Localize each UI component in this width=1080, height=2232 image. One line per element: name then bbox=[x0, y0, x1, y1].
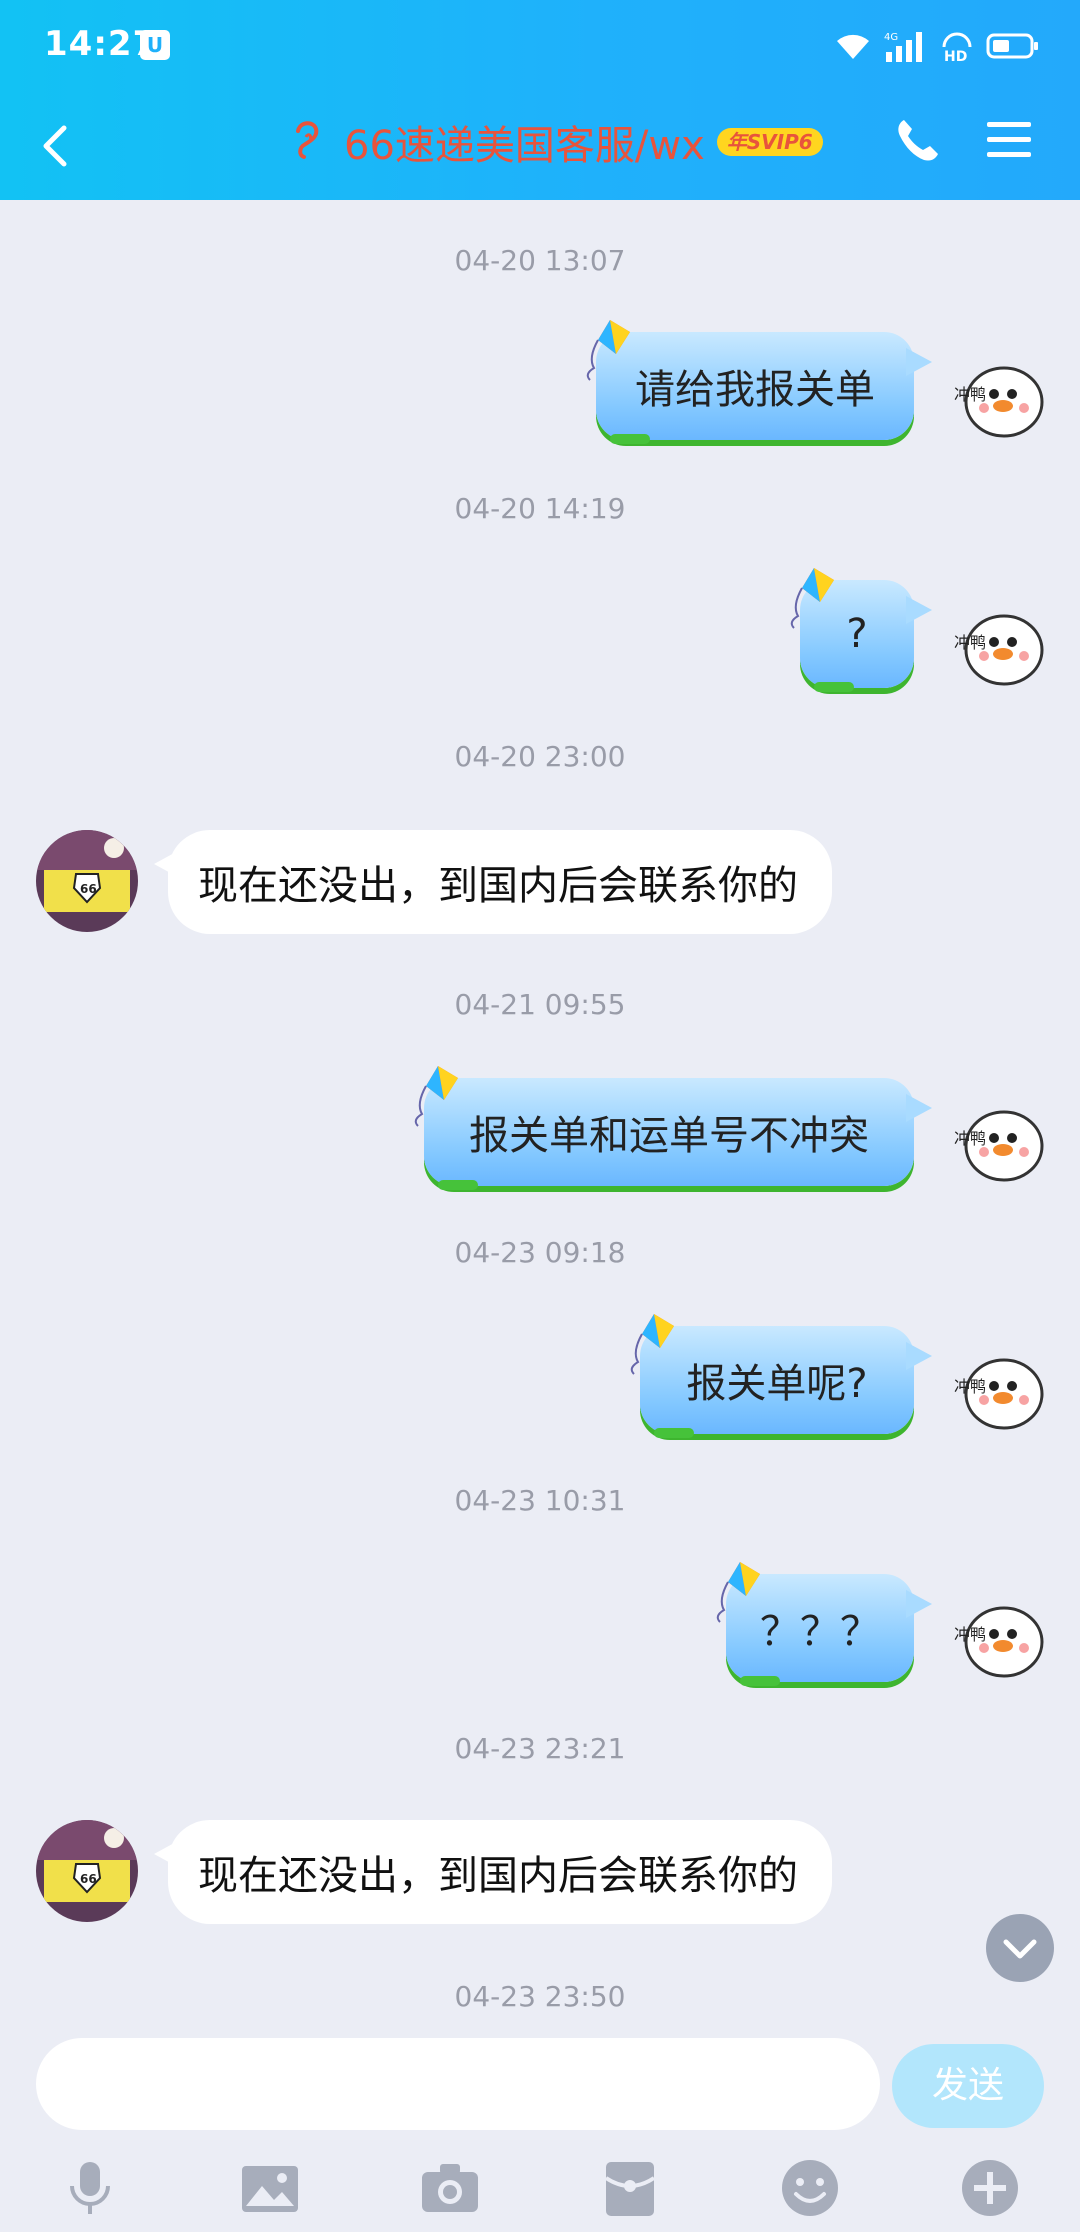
svg-text:冲鸭: 冲鸭 bbox=[954, 385, 986, 404]
message-timestamp: 04-23 23:21 bbox=[454, 1732, 626, 1765]
message-input[interactable] bbox=[36, 2038, 880, 2130]
svg-text:冲鸭: 冲鸭 bbox=[954, 633, 986, 652]
outgoing-message-bubble[interactable]: 请给我报关单 bbox=[596, 332, 932, 444]
message-text: ？？？ bbox=[760, 1609, 880, 1655]
message-text: 现在还没出，到国内后会联系你的 bbox=[198, 1853, 798, 1899]
duck-avatar[interactable]: 冲鸭 bbox=[946, 344, 1056, 454]
incoming-message-bubble[interactable]: 现在还没出，到国内后会联系你的 bbox=[154, 830, 832, 934]
message-text: 报关单呢? bbox=[686, 1361, 868, 1407]
shield-icon: U bbox=[140, 30, 170, 60]
duck-avatar[interactable]: 冲鸭 bbox=[946, 1336, 1056, 1446]
kite-icon bbox=[790, 568, 834, 629]
message-timestamp: 04-20 14:19 bbox=[454, 492, 626, 525]
svg-text:HD: HD bbox=[944, 49, 967, 63]
red-packet-icon[interactable] bbox=[598, 2156, 662, 2220]
input-bar: 发送 bbox=[0, 2010, 1080, 2232]
peer-avatar[interactable]: 66 bbox=[36, 830, 138, 932]
chat-title-area[interactable]: 66速递美国客服/wx 年SVIP6 bbox=[290, 102, 823, 182]
svg-text:冲鸭: 冲鸭 bbox=[954, 1377, 986, 1396]
outgoing-message-bubble[interactable]: 报关单呢? bbox=[640, 1326, 932, 1438]
emoji-icon[interactable] bbox=[778, 2156, 842, 2220]
microphone-icon[interactable] bbox=[58, 2156, 122, 2220]
svg-text:66: 66 bbox=[80, 882, 97, 896]
wifi-icon bbox=[834, 31, 872, 61]
svg-text:4G: 4G bbox=[884, 32, 898, 43]
svg-text:冲鸭: 冲鸭 bbox=[954, 1625, 986, 1644]
image-icon[interactable] bbox=[238, 2156, 302, 2220]
kite-icon bbox=[716, 1562, 760, 1623]
message-timestamp: 04-23 23:50 bbox=[454, 1980, 626, 2013]
kite-icon bbox=[414, 1066, 458, 1127]
message-text: ? bbox=[846, 611, 868, 657]
duck-avatar[interactable]: 冲鸭 bbox=[946, 1584, 1056, 1694]
battery-icon bbox=[986, 32, 1040, 60]
duck-avatar[interactable]: 冲鸭 bbox=[946, 592, 1056, 702]
message-timestamp: 04-23 09:18 bbox=[454, 1236, 626, 1269]
back-icon bbox=[43, 125, 67, 167]
status-bar: 14:27 U 4G HD bbox=[0, 0, 1080, 90]
send-button[interactable]: 发送 bbox=[892, 2044, 1044, 2128]
chevron-down-icon bbox=[1003, 1939, 1037, 1959]
camera-icon[interactable] bbox=[418, 2156, 482, 2220]
input-toolbar bbox=[0, 2156, 1080, 2226]
hd-icon: HD bbox=[940, 29, 974, 63]
message-text: 请给我报关单 bbox=[635, 367, 875, 413]
message-timestamp: 04-20 23:00 bbox=[454, 740, 626, 773]
scroll-down-button[interactable] bbox=[986, 1914, 1054, 1982]
menu-icon[interactable] bbox=[984, 112, 1034, 168]
svg-text:冲鸭: 冲鸭 bbox=[954, 1129, 986, 1148]
kite-icon bbox=[586, 320, 630, 381]
nav-bar: 66速递美国客服/wx 年SVIP6 bbox=[0, 90, 1080, 200]
status-icons: 4G HD bbox=[834, 26, 1040, 66]
outgoing-message-bubble[interactable]: 报关单和运单号不冲突 bbox=[424, 1078, 932, 1190]
signal-icon: 4G bbox=[884, 30, 928, 62]
back-button[interactable] bbox=[30, 110, 90, 180]
svip-badge: 年SVIP6 bbox=[716, 128, 823, 156]
phone-icon[interactable] bbox=[890, 112, 946, 168]
chat-title: 66速递美国客服/wx bbox=[344, 123, 705, 169]
peer-avatar[interactable]: 66 bbox=[36, 1820, 138, 1922]
duck-avatar[interactable]: 冲鸭 bbox=[946, 1088, 1056, 1198]
ear-icon bbox=[296, 121, 319, 159]
plus-icon[interactable] bbox=[958, 2156, 1022, 2220]
message-text: 报关单和运单号不冲突 bbox=[469, 1113, 869, 1159]
kite-icon bbox=[630, 1314, 674, 1375]
message-timestamp: 04-21 09:55 bbox=[454, 988, 626, 1021]
chat-header: 14:27 U 4G HD 66速递美国客服/wx 年SVIP6 bbox=[0, 0, 1080, 200]
message-text: 现在还没出，到国内后会联系你的 bbox=[198, 863, 798, 909]
message-timestamp: 04-23 10:31 bbox=[454, 1484, 626, 1517]
message-timestamp: 04-20 13:07 bbox=[454, 244, 626, 277]
svg-text:66: 66 bbox=[80, 1872, 97, 1886]
incoming-message-bubble[interactable]: 现在还没出，到国内后会联系你的 bbox=[154, 1820, 832, 1924]
